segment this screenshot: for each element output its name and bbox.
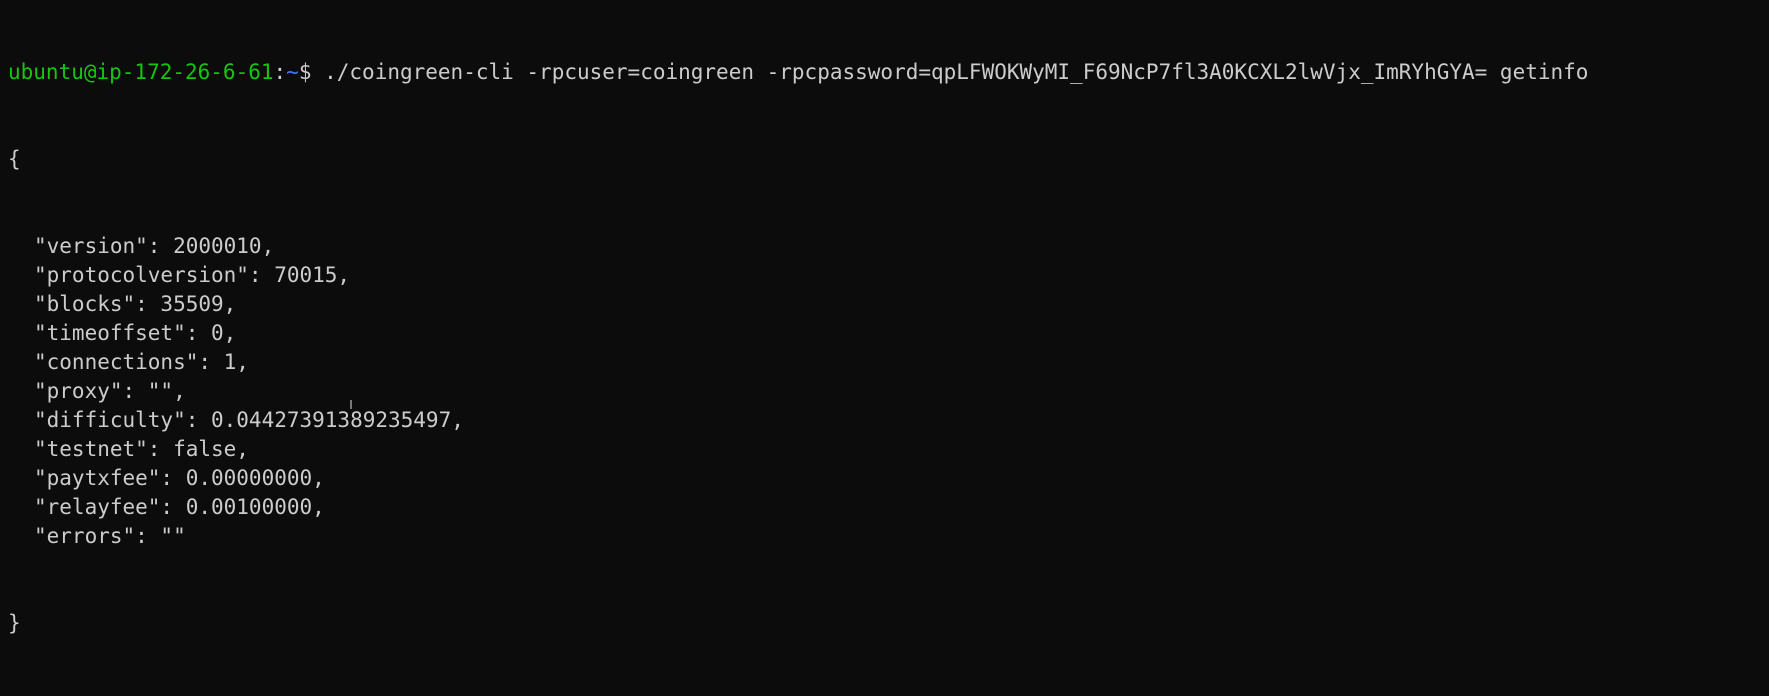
cursor: [350, 400, 352, 409]
output-line-text: "relayfee": 0.00100000,: [34, 495, 325, 519]
command-line: ubuntu@ip-172-26-6-61:~$ ./coingreen-cli…: [0, 58, 1769, 87]
command-text: ./coingreen-cli -rpcuser=coingreen -rpcp…: [324, 60, 1589, 84]
output-line-text: "blocks": 35509,: [34, 292, 237, 316]
output-line: "errors": "": [0, 522, 1769, 551]
output-line: "version": 2000010,: [0, 232, 1769, 261]
output-close-brace: }: [8, 611, 21, 635]
prompt-symbol: $: [298, 60, 325, 84]
output-line-text: "testnet": false,: [34, 437, 249, 461]
prompt-user-host: ubuntu@ip-172-26-6-61: [8, 60, 274, 84]
output-line-text: "timeoffset": 0,: [34, 321, 237, 345]
output-line: "proxy": "",: [0, 377, 1769, 406]
output-line-text: "difficulty": 0.04427391389235497,: [34, 408, 464, 432]
output-line: "protocolversion": 70015,: [0, 261, 1769, 290]
output-line-text: "version": 2000010,: [34, 234, 275, 258]
output-line: "timeoffset": 0,: [0, 319, 1769, 348]
prompt-separator: :: [273, 60, 287, 84]
output-line: "connections": 1,: [0, 348, 1769, 377]
output-line: "paytxfee": 0.00000000,: [0, 464, 1769, 493]
output-line-text: "paytxfee": 0.00000000,: [34, 466, 325, 490]
output-line: "relayfee": 0.00100000,: [0, 493, 1769, 522]
output-line-text: "errors": "": [34, 524, 186, 548]
output-line: "blocks": 35509,: [0, 290, 1769, 319]
output-line: "testnet": false,: [0, 435, 1769, 464]
output-lines: "version": 2000010, "protocolversion": 70…: [0, 232, 1769, 551]
output-line-text: "connections": 1,: [34, 350, 249, 374]
prompt-path: ~: [286, 60, 299, 84]
output-open-brace: {: [8, 147, 21, 171]
terminal-window[interactable]: ubuntu@ip-172-26-6-61:~$ ./coingreen-cli…: [0, 0, 1769, 635]
output-line-text: "proxy": "",: [34, 379, 186, 403]
output-line: "difficulty": 0.04427391389235497,: [0, 406, 1769, 435]
output-line-text: "protocolversion": 70015,: [34, 263, 351, 287]
